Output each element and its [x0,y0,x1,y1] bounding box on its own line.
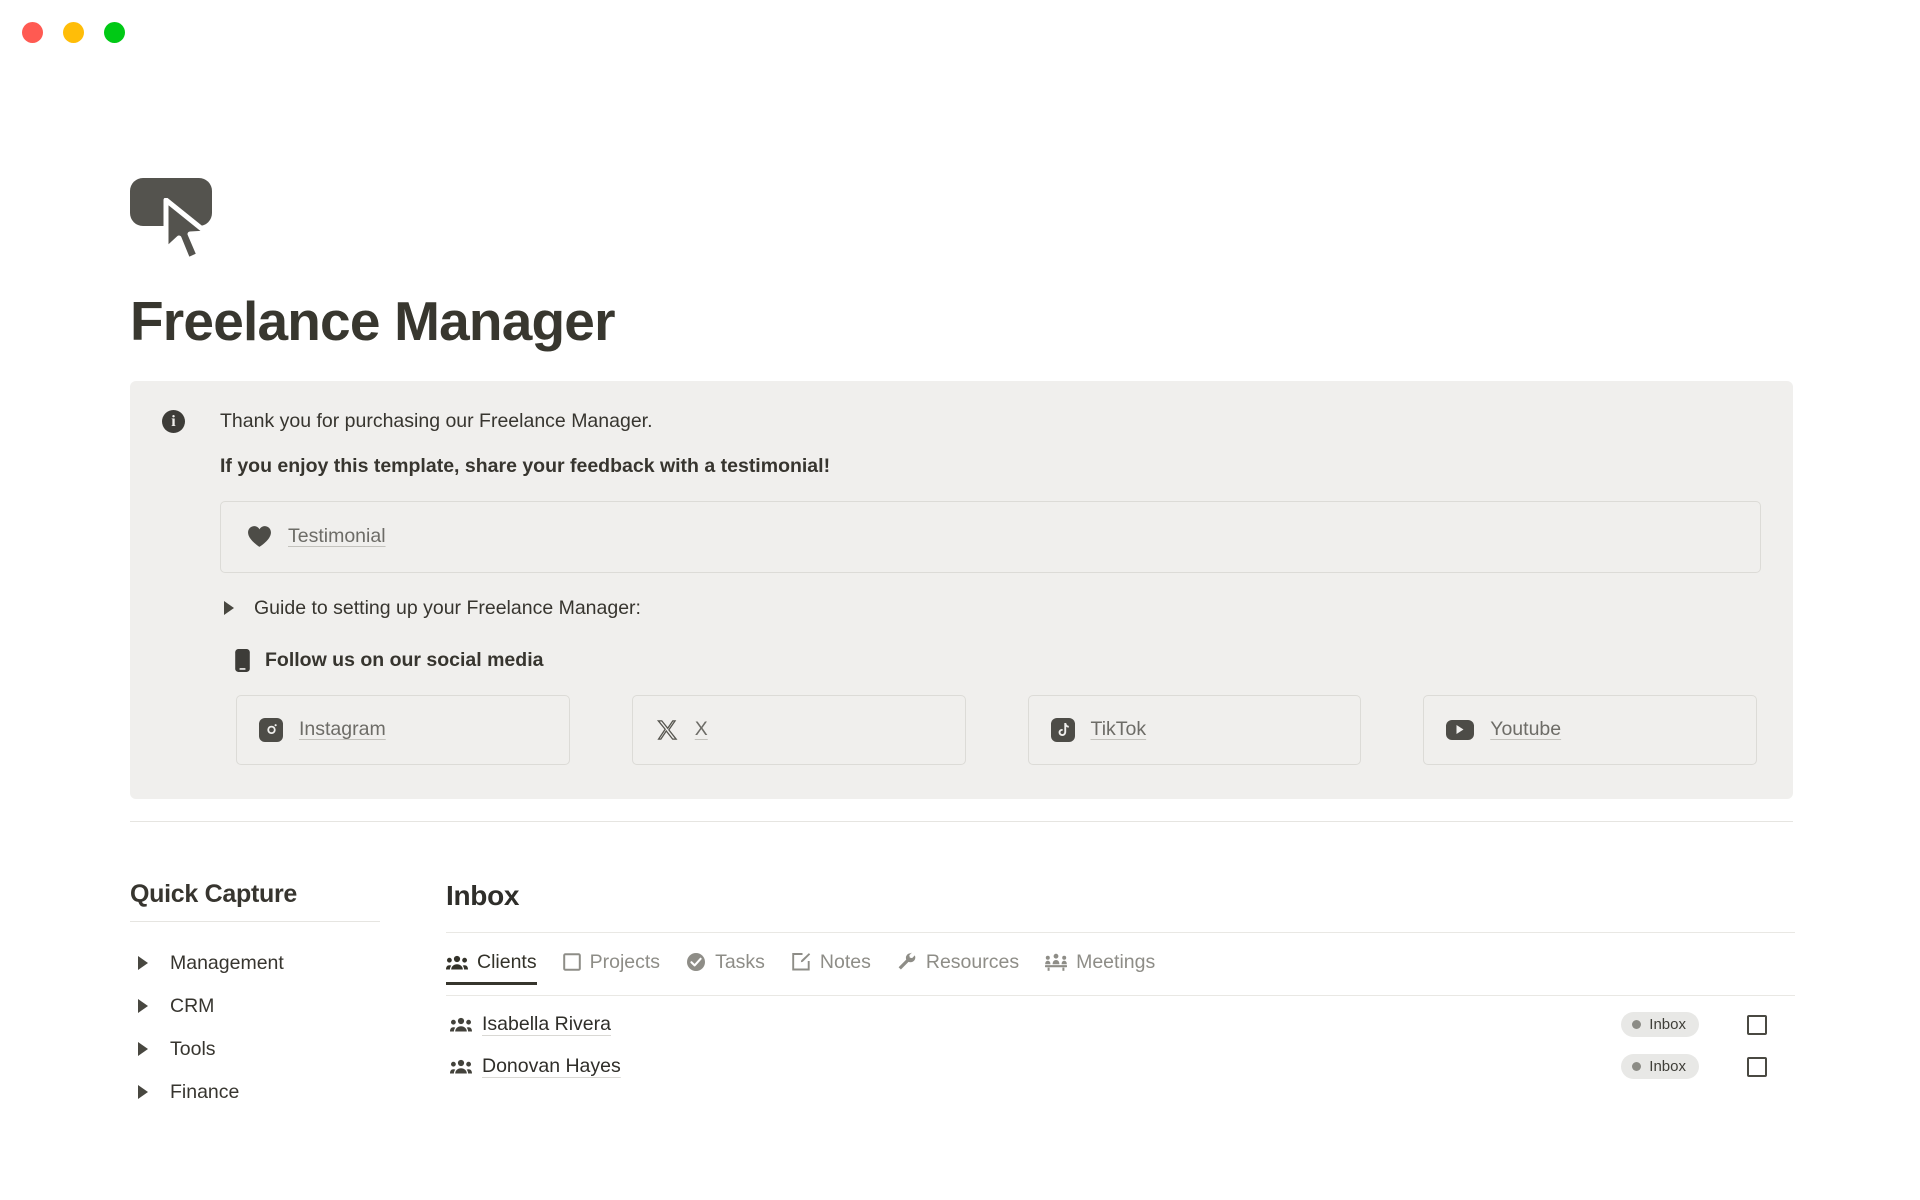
people-group-icon [450,1017,472,1032]
heart-icon [248,526,271,548]
section-divider [130,820,1793,822]
social-link-x[interactable]: X [631,694,966,765]
close-window-button[interactable] [22,22,43,43]
guide-toggle-label: Guide to setting up your Freelance Manag… [254,596,641,619]
testimonial-link-card[interactable]: Testimonial [220,500,1761,573]
tab-clients-label: Clients [477,950,537,973]
tab-tasks[interactable]: Tasks [686,951,765,984]
quick-capture-rule [130,920,380,922]
check-circle-icon [687,953,706,972]
testimonial-label: Testimonial [288,525,386,548]
status-badge-label: Inbox [1649,1016,1686,1034]
client-name: Donovan Hayes [482,1055,621,1078]
tab-clients[interactable]: Clients [446,950,537,985]
triangle-right-icon [138,1042,148,1057]
youtube-icon [1446,719,1475,740]
instagram-icon [259,717,283,742]
page-content: Freelance Manager i Thank you for purcha… [130,178,1795,1114]
social-link-instagram[interactable]: Instagram [236,694,570,765]
cursor-click-icon [130,178,222,264]
table-row[interactable]: Isabella Rivera Inbox [446,1004,1795,1046]
lower-section: Quick Capture Management CRM Tools Finan… [130,880,1795,1114]
social-media-header: Follow us on our social media [220,648,1761,673]
table-row[interactable]: Donovan Hayes Inbox [446,1046,1795,1088]
x-twitter-icon [655,718,679,742]
wrench-icon [898,952,916,970]
window-controls [22,22,125,43]
tab-notes-label: Notes [819,950,871,973]
inbox-panel: Inbox Clients Projects Tasks Notes Resou… [446,880,1795,1114]
callout-feedback-text: If you enjoy this template, share your f… [220,454,831,477]
callout-thankyou-text: Thank you for purchasing our Freelance M… [220,410,653,433]
tab-resources[interactable]: Resources [897,951,1019,984]
cursor-arrow-shape [163,198,210,263]
social-links-grid: Instagram X TikTok Youtube [220,694,1761,765]
youtube-label: Youtube [1490,718,1562,741]
social-link-tiktok[interactable]: TikTok [1027,694,1362,765]
info-callout: i Thank you for purchasing our Freelance… [130,381,1793,799]
note-edit-icon [792,953,811,971]
status-badge[interactable]: Inbox [1621,1054,1699,1080]
app-window: Freelance Manager i Thank you for purcha… [0,0,1920,1200]
triangle-right-icon [138,956,148,971]
quick-capture-panel: Quick Capture Management CRM Tools Finan… [130,880,380,1114]
guide-toggle[interactable]: Guide to setting up your Freelance Manag… [220,597,1761,620]
row-checkbox[interactable] [1747,1014,1767,1035]
quick-capture-item-label: Management [170,951,284,974]
tiktok-label: TikTok [1090,718,1147,741]
row-checkbox[interactable] [1747,1056,1767,1077]
triangle-right-icon [138,1085,148,1100]
info-icon: i [162,410,185,434]
quick-capture-item-label: CRM [170,994,215,1017]
tab-meetings[interactable]: Meetings [1045,951,1155,984]
social-link-youtube[interactable]: Youtube [1423,694,1757,765]
quick-capture-item-finance[interactable]: Finance [130,1071,380,1114]
people-group-icon [450,1059,472,1074]
quick-capture-title: Quick Capture [130,879,297,908]
quick-capture-item-label: Tools [170,1037,216,1060]
tab-projects-label: Projects [589,950,661,973]
square-outline-icon [562,953,581,972]
x-label: X [694,718,708,741]
tabs-baseline [446,994,1795,996]
tab-projects[interactable]: Projects [562,950,661,984]
tab-resources-label: Resources [925,950,1020,973]
status-dot-icon [1632,1020,1642,1030]
client-name: Isabella Rivera [482,1013,611,1036]
inbox-rule [446,931,1795,933]
tab-meetings-label: Meetings [1076,950,1156,973]
status-badge[interactable]: Inbox [1621,1012,1699,1038]
quick-capture-item-management[interactable]: Management [130,942,380,985]
page-title: Freelance Manager [130,290,615,352]
inbox-title: Inbox [446,879,520,911]
instagram-label: Instagram [299,718,386,741]
meeting-people-icon [1045,954,1068,972]
maximize-window-button[interactable] [104,22,125,43]
quick-capture-item-crm[interactable]: CRM [130,985,380,1028]
tab-notes[interactable]: Notes [791,951,871,984]
status-dot-icon [1632,1062,1642,1072]
inbox-rows: Isabella Rivera Inbox Donovan Hayes Inbo… [446,1004,1795,1088]
quick-capture-item-label: Finance [170,1080,240,1103]
tiktok-icon [1050,717,1075,742]
tab-tasks-label: Tasks [715,950,765,973]
quick-capture-item-tools[interactable]: Tools [130,1028,380,1071]
mobile-phone-icon [235,648,250,672]
social-media-header-label: Follow us on our social media [265,648,544,671]
status-badge-label: Inbox [1649,1058,1686,1076]
triangle-right-icon [138,999,148,1014]
triangle-right-icon [224,601,234,616]
minimize-window-button[interactable] [63,22,84,43]
people-group-icon [446,955,468,970]
inbox-tabs: Clients Projects Tasks Notes Resources M… [446,951,1795,996]
